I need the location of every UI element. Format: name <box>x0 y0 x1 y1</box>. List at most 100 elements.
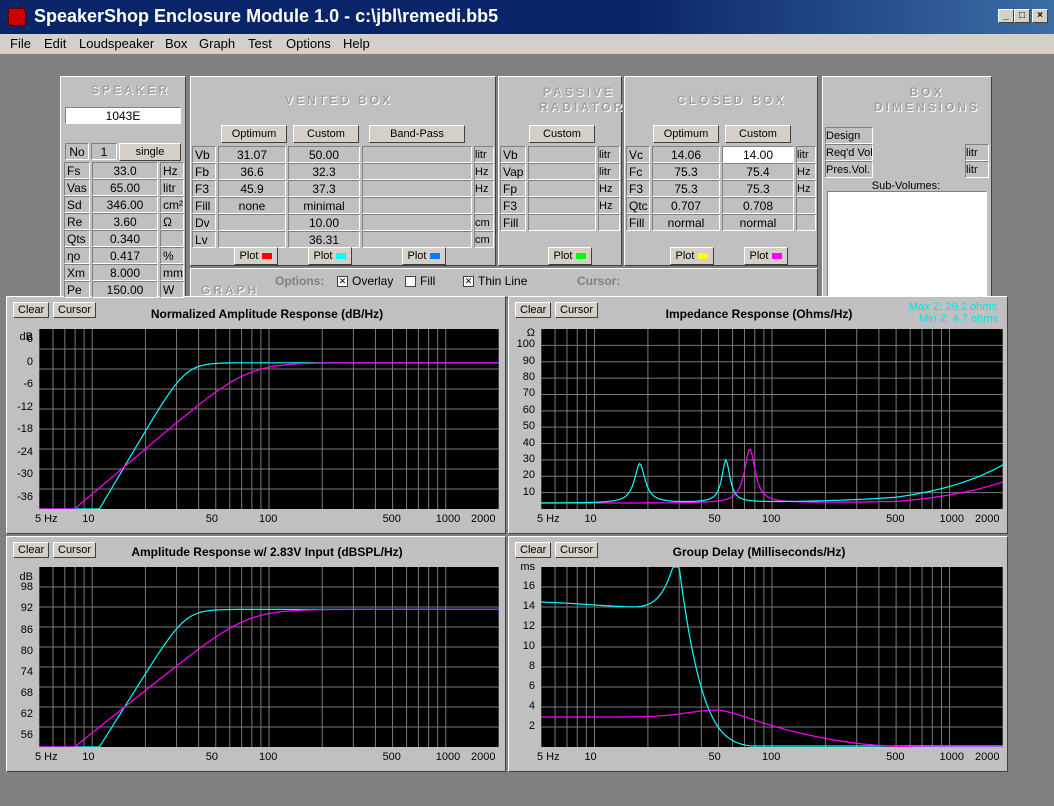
vented-custom-value[interactable]: 10.00 <box>288 214 360 231</box>
g3-clear-button[interactable]: Clear <box>13 542 50 558</box>
speaker-param-value[interactable]: 0.340 <box>92 230 158 247</box>
y-tick-label: 4 <box>528 700 535 712</box>
speaker-name[interactable]: 1043E <box>65 107 181 124</box>
g1-cursor-button[interactable]: Cursor <box>53 302 97 318</box>
vented-bandpass-value <box>362 163 472 180</box>
menu-loudspeaker[interactable]: Loudspeaker <box>79 36 154 51</box>
y-tick-label: 68 <box>20 687 33 700</box>
g4-clear-button[interactable]: Clear <box>515 542 552 558</box>
g2-clear-button[interactable]: Clear <box>515 302 552 318</box>
menu-bar: File Edit Loudspeaker Box Graph Test Opt… <box>0 34 1054 54</box>
g4-plot[interactable] <box>541 567 1003 747</box>
speaker-param-label: Vas <box>64 179 90 196</box>
closed-optimum-button[interactable]: Optimum <box>653 125 719 143</box>
passive-param-unit: litr <box>598 146 620 163</box>
y-tick-label: 6 <box>26 333 33 346</box>
closed-custom-value[interactable]: 14.00 <box>722 146 794 163</box>
speaker-param-value[interactable]: 346.00 <box>92 196 158 213</box>
plot-label: Plot <box>675 250 695 262</box>
passive-param-value[interactable] <box>528 214 596 231</box>
passive-param-unit: Hz <box>598 197 620 214</box>
bandpass-button[interactable]: Band-Pass <box>369 125 465 143</box>
closed-param-unit: litr <box>796 146 816 163</box>
closed-custom-value[interactable]: 75.4 <box>722 163 794 180</box>
plot-green-button[interactable]: Plot <box>548 247 592 265</box>
closed-custom-button[interactable]: Custom <box>725 125 791 143</box>
plot-magenta-button[interactable]: Plot <box>744 247 788 265</box>
overlay-checkbox[interactable]: ✕ Overlay <box>337 273 393 290</box>
speaker-param-value[interactable]: 0.417 <box>92 247 158 264</box>
speaker-param-value[interactable]: 8.000 <box>92 264 158 281</box>
passive-param-value[interactable] <box>528 146 596 163</box>
y-tick-label: 12 <box>522 620 535 632</box>
reqd-vol-unit: litr <box>965 144 989 161</box>
vented-param-unit: litr <box>474 146 494 163</box>
passive-param-label: Vb <box>500 146 526 163</box>
plot-cyan-button[interactable]: Plot <box>308 247 352 265</box>
vented-optimum-button[interactable]: Optimum <box>221 125 287 143</box>
g3-cursor-button[interactable]: Cursor <box>53 542 97 558</box>
fill-checkbox[interactable]: Fill <box>405 273 435 290</box>
speaker-param-value[interactable]: 33.0 <box>92 162 158 179</box>
vented-bandpass-value <box>362 197 472 214</box>
g3-plot[interactable] <box>39 567 499 747</box>
box-dimensions-panel: BOX DIMENSIONS Design Req'd Vol. litr Pr… <box>822 76 992 298</box>
passive-param-value[interactable] <box>528 180 596 197</box>
closed-optimum-value: normal <box>652 214 720 231</box>
menu-help[interactable]: Help <box>343 36 370 51</box>
passive-param-label: Fp <box>500 180 526 197</box>
plot-yellow-button[interactable]: Plot <box>670 247 714 265</box>
g1-clear-button[interactable]: Clear <box>13 302 50 318</box>
closed-custom-value[interactable]: 0.708 <box>722 197 794 214</box>
vented-custom-value[interactable]: 32.3 <box>288 163 360 180</box>
menu-edit[interactable]: Edit <box>44 36 66 51</box>
vented-optimum-value: 36.6 <box>218 163 286 180</box>
maximize-button[interactable]: □ <box>1014 9 1030 23</box>
x-tick-label: 5 Hz <box>35 513 58 525</box>
vented-custom-value[interactable]: minimal <box>288 197 360 214</box>
passive-custom-button[interactable]: Custom <box>529 125 595 143</box>
y-tick-label: -24 <box>17 445 33 458</box>
passive-param-label: Vap <box>500 163 526 180</box>
graph-label: GRAPH <box>201 283 260 297</box>
speaker-param-unit: Ω <box>160 213 184 230</box>
g4-cursor-button[interactable]: Cursor <box>555 542 599 558</box>
speaker-param-value[interactable]: 3.60 <box>92 213 158 230</box>
x-tick-label: 50 <box>708 513 721 525</box>
closed-optimum-value: 14.06 <box>652 146 720 163</box>
speaker-param-label: Fs <box>64 162 90 179</box>
menu-file[interactable]: File <box>10 36 31 51</box>
vented-custom-value[interactable]: 36.31 <box>288 231 360 248</box>
menu-box[interactable]: Box <box>165 36 187 51</box>
subvolumes-list[interactable] <box>827 191 987 297</box>
closed-custom-value[interactable]: normal <box>722 214 794 231</box>
g2-cursor-button[interactable]: Cursor <box>555 302 599 318</box>
menu-options[interactable]: Options <box>286 36 331 51</box>
y-tick-label: 30 <box>522 452 535 465</box>
plot-red-button[interactable]: Plot <box>234 247 278 265</box>
speaker-no-value[interactable]: 1 <box>91 143 117 160</box>
vented-custom-value[interactable]: 37.3 <box>288 180 360 197</box>
g1-plot[interactable] <box>39 329 499 509</box>
x-tick-label: 1000 <box>939 751 965 763</box>
plot-label: Plot <box>749 250 769 262</box>
vented-custom-value[interactable]: 50.00 <box>288 146 360 163</box>
closed-optimum-value: 0.707 <box>652 197 720 214</box>
vented-custom-button[interactable]: Custom <box>293 125 359 143</box>
closed-custom-value[interactable]: 75.3 <box>722 180 794 197</box>
closed-param-unit <box>796 197 816 214</box>
g2-plot[interactable] <box>541 329 1003 509</box>
speaker-header: SPEAKER <box>91 83 171 97</box>
speaker-param-value[interactable]: 65.00 <box>92 179 158 196</box>
menu-test[interactable]: Test <box>248 36 272 51</box>
minimize-button[interactable]: _ <box>998 9 1014 23</box>
passive-param-value[interactable] <box>528 163 596 180</box>
plot-blue-button[interactable]: Plot <box>402 247 446 265</box>
speaker-mode-button[interactable]: single <box>119 143 181 161</box>
speaker-param-value[interactable]: 150.00 <box>92 281 158 298</box>
thin-line-checkbox[interactable]: ✕ Thin Line <box>463 273 527 290</box>
passive-param-value[interactable] <box>528 197 596 214</box>
y-tick-label: 50 <box>522 420 535 433</box>
menu-graph[interactable]: Graph <box>199 36 235 51</box>
close-button[interactable]: × <box>1032 9 1048 23</box>
